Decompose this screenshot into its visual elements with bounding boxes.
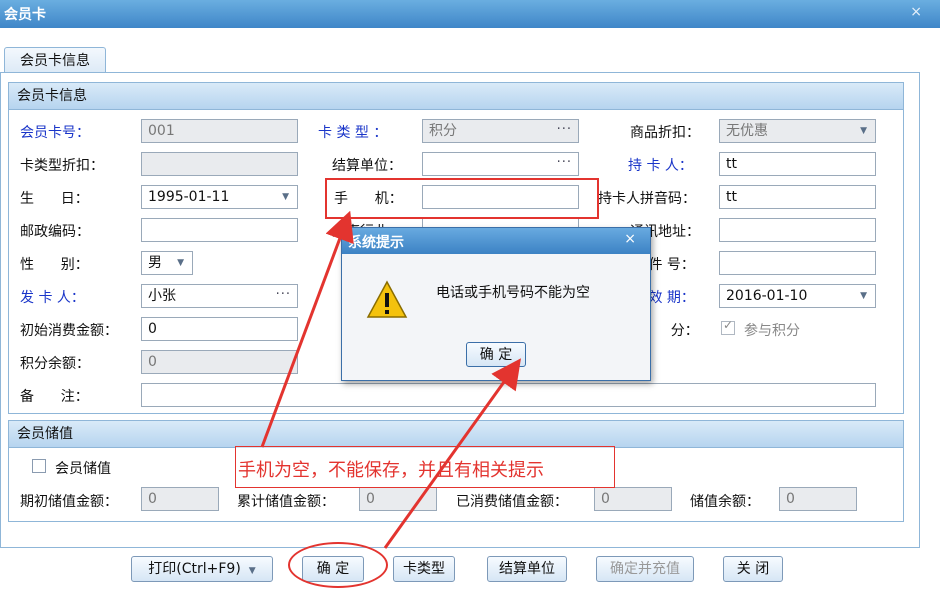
arrow-to-dialog-ok [383,358,521,549]
annotation-arrows [260,210,521,549]
arrow-to-mobile [260,210,354,448]
